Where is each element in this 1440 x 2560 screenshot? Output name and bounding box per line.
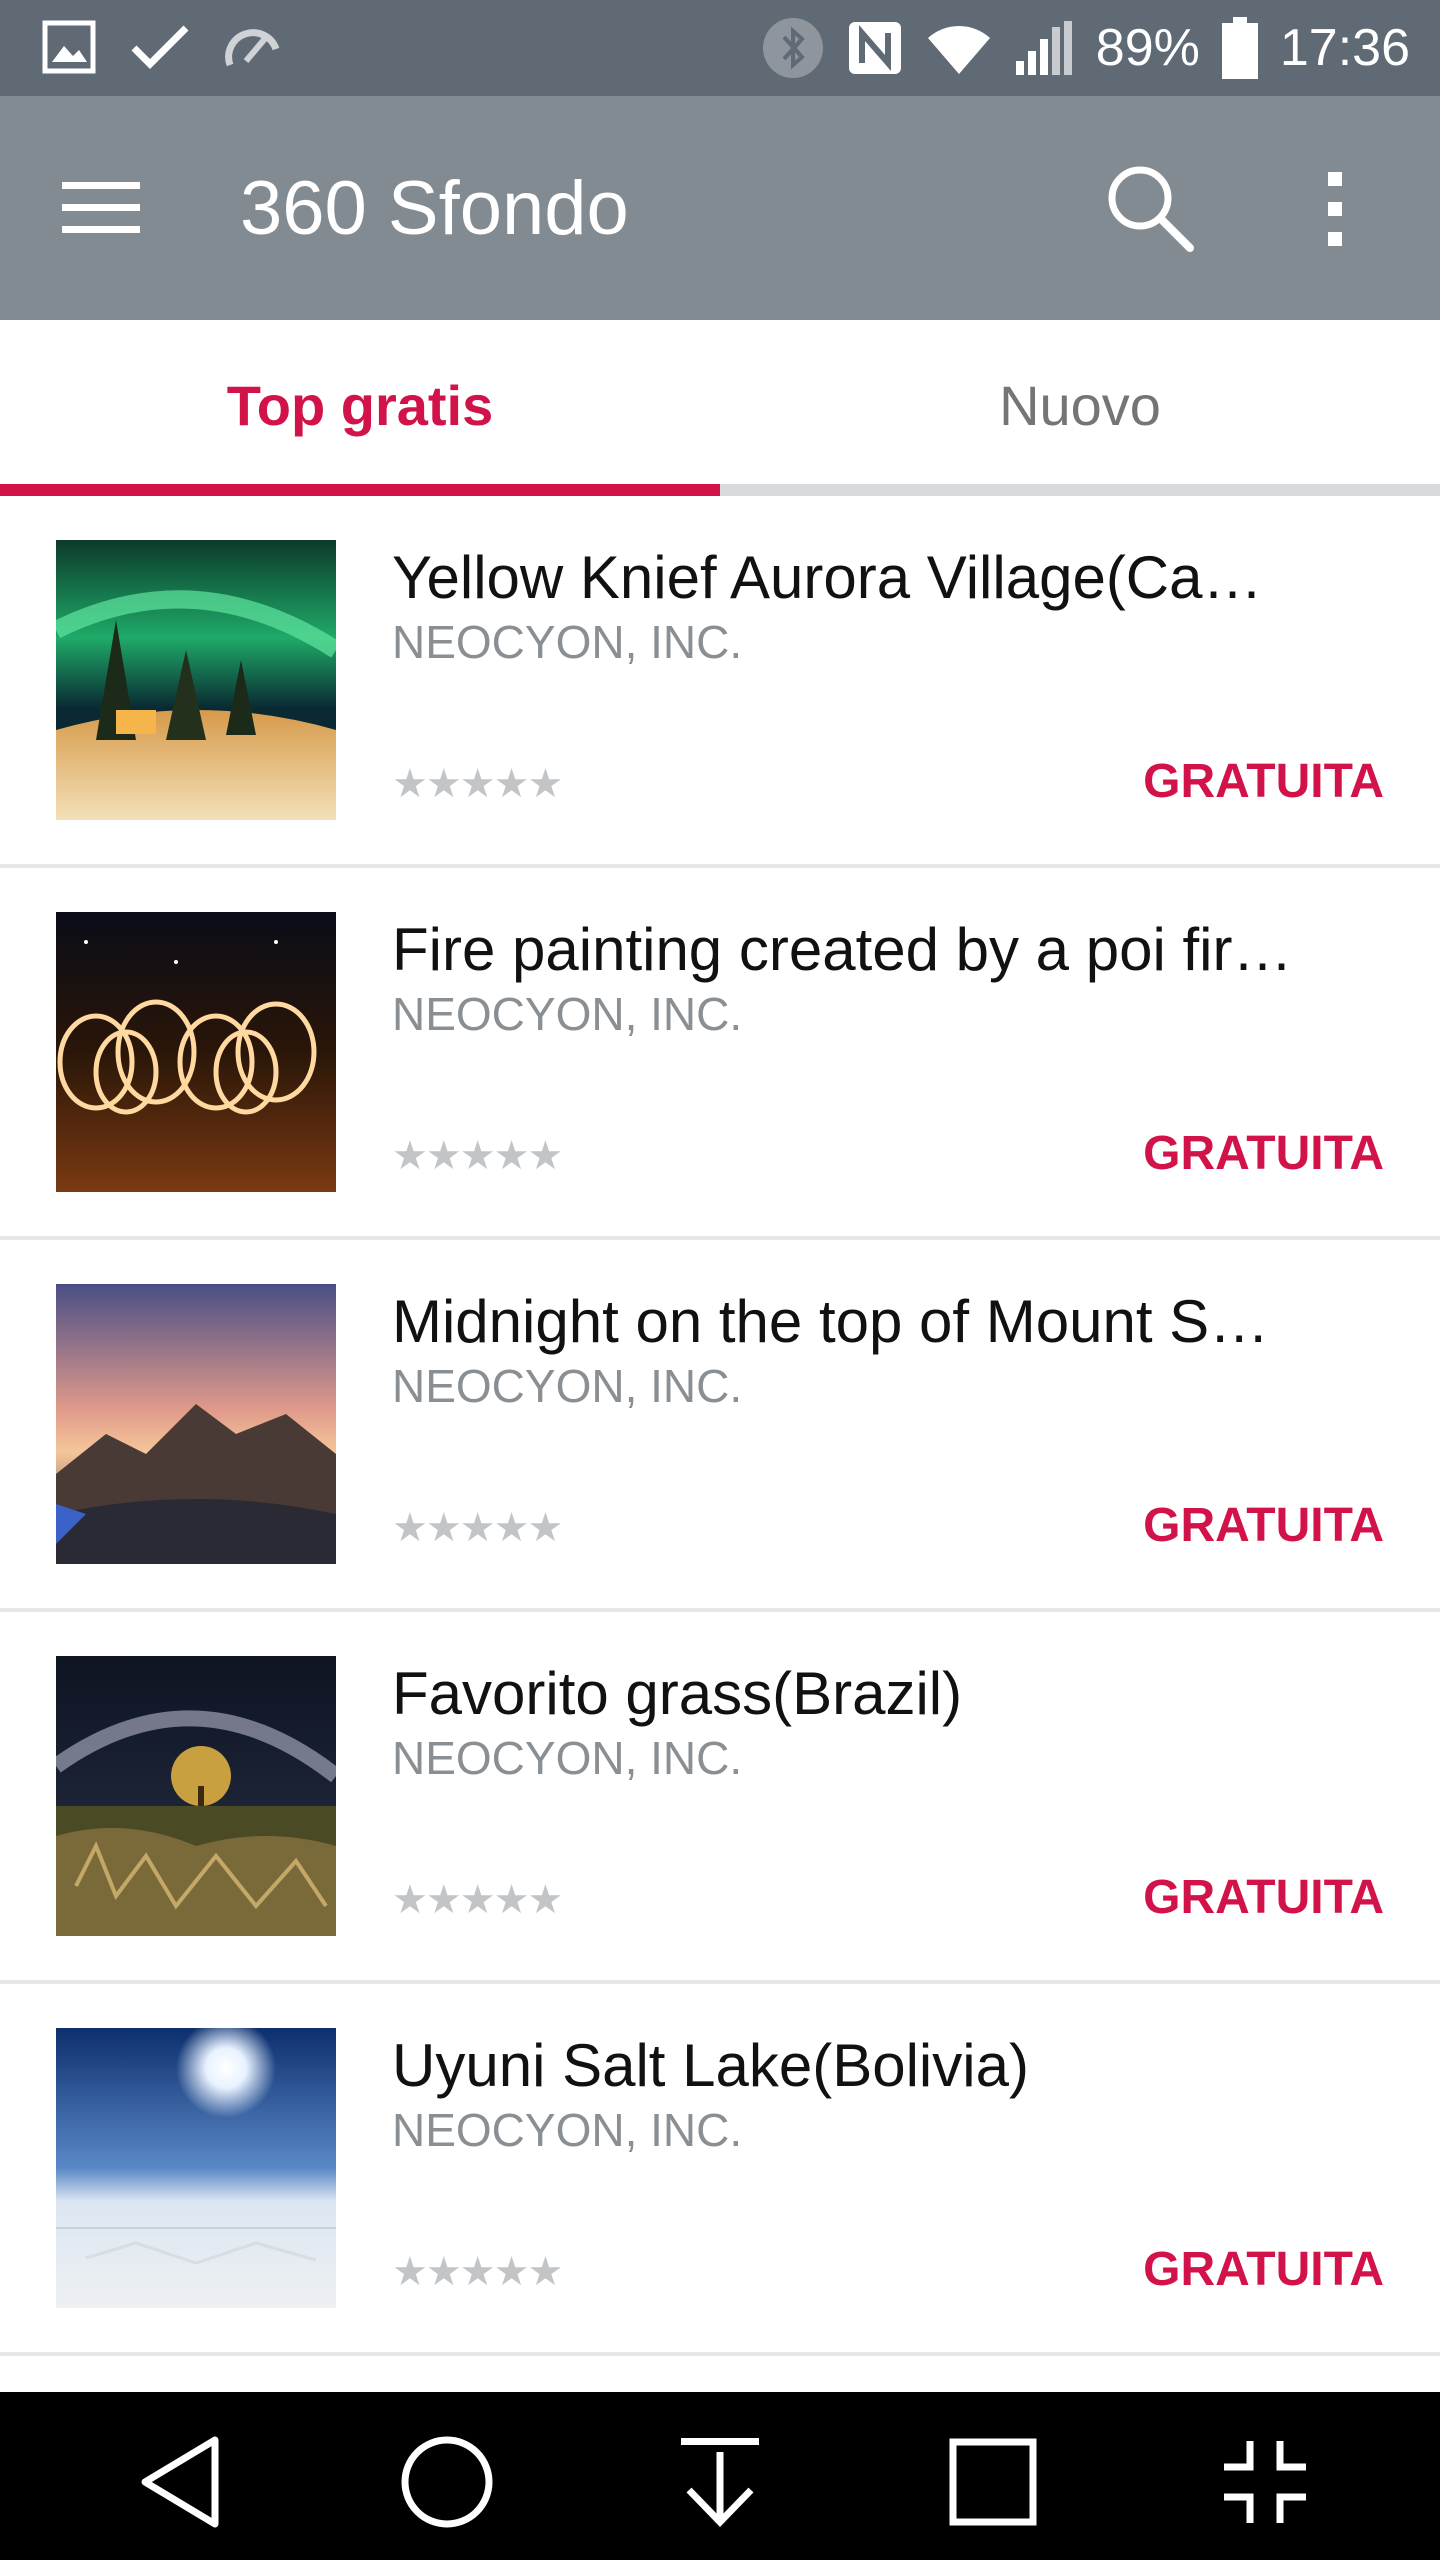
download-icon[interactable]	[665, 2432, 775, 2532]
more-vert-icon[interactable]	[1310, 166, 1360, 252]
list-item[interactable]: Favorito grass(Brazil) NEOCYON, INC. ★★★…	[0, 1612, 1440, 1984]
rating-stars: ★★★★★	[392, 2250, 563, 2294]
rating-stars: ★★★★★	[392, 1878, 563, 1922]
item-title: Midnight on the top of Mount S…	[392, 1288, 1270, 1355]
recents-icon[interactable]	[938, 2432, 1048, 2532]
nfc-icon	[846, 19, 904, 77]
rating-stars: ★★★★★	[392, 1506, 563, 1550]
item-developer: NEOCYON, INC.	[392, 1732, 743, 1784]
thumbnail-image	[56, 912, 336, 1192]
list-item[interactable]: Uyuni Salt Lake(Bolivia) NEOCYON, INC. ★…	[0, 1984, 1440, 2356]
thumbnail-image	[56, 1284, 336, 1564]
item-developer: NEOCYON, INC.	[392, 1360, 743, 1412]
rating-stars: ★★★★★	[392, 762, 563, 806]
item-developer: NEOCYON, INC.	[392, 2104, 743, 2156]
app-title: 360 Sfondo	[240, 166, 629, 251]
wallpaper-list: Yellow Knief Aurora Village(Ca… NEOCYON,…	[0, 496, 1440, 2356]
signal-icon	[1014, 19, 1074, 77]
tab-bar: Top gratis Nuovo	[0, 320, 1440, 496]
item-price[interactable]: GRATUITA	[1143, 2240, 1384, 2300]
check-icon	[130, 22, 190, 72]
list-item[interactable]: Yellow Knief Aurora Village(Ca… NEOCYON,…	[0, 496, 1440, 868]
fullscreen-exit-icon[interactable]	[1210, 2432, 1320, 2532]
item-price[interactable]: GRATUITA	[1143, 1496, 1384, 1556]
search-icon[interactable]	[1100, 158, 1200, 258]
thumbnail-image	[56, 540, 336, 820]
list-item[interactable]: Midnight on the top of Mount S… NEOCYON,…	[0, 1240, 1440, 1612]
tab-indicator-active	[0, 484, 720, 496]
item-developer: NEOCYON, INC.	[392, 988, 743, 1040]
battery-percent: 89%	[1095, 19, 1200, 77]
image-icon	[42, 20, 96, 74]
item-title: Favorito grass(Brazil)	[392, 1660, 963, 1727]
item-price[interactable]: GRATUITA	[1143, 1868, 1384, 1928]
tab-nuovo[interactable]: Nuovo	[720, 320, 1440, 490]
item-title: Uyuni Salt Lake(Bolivia)	[392, 2032, 1029, 2099]
item-price[interactable]: GRATUITA	[1143, 752, 1384, 812]
thumbnail-image	[56, 1656, 336, 1936]
back-icon[interactable]	[125, 2432, 235, 2532]
app-bar: 360 Sfondo	[0, 96, 1440, 320]
clock: 17:36	[1279, 19, 1410, 77]
hamburger-menu-icon[interactable]	[62, 176, 160, 240]
list-item[interactable]: Fire painting created by a poi fir… NEOC…	[0, 868, 1440, 1240]
navigation-bar	[0, 2392, 1440, 2560]
home-icon[interactable]	[392, 2432, 502, 2532]
battery-icon	[1221, 17, 1258, 79]
speedometer-icon	[224, 25, 282, 69]
item-developer: NEOCYON, INC.	[392, 616, 743, 668]
item-price[interactable]: GRATUITA	[1143, 1124, 1384, 1184]
thumbnail-image	[56, 2028, 336, 2308]
status-bar: 89% 17:36	[0, 0, 1440, 96]
bluetooth-icon	[762, 17, 824, 79]
rating-stars: ★★★★★	[392, 1134, 563, 1178]
item-title: Yellow Knief Aurora Village(Ca…	[392, 544, 1263, 611]
wifi-icon	[926, 20, 992, 76]
tab-top-gratis[interactable]: Top gratis	[0, 320, 720, 490]
item-title: Fire painting created by a poi fir…	[392, 916, 1293, 983]
